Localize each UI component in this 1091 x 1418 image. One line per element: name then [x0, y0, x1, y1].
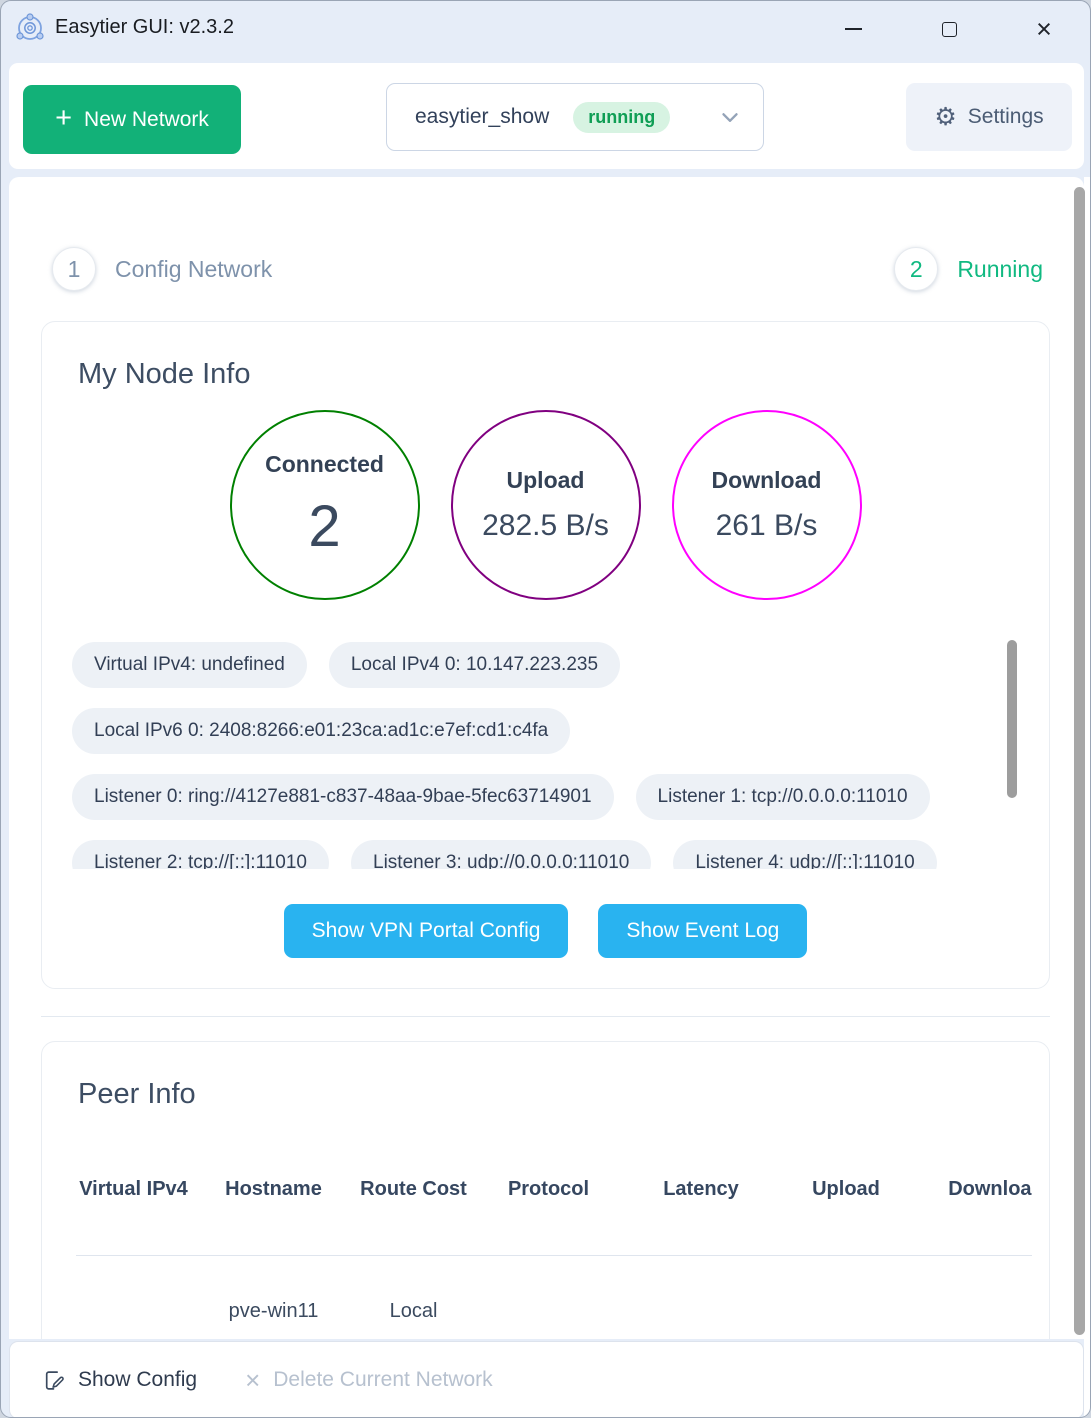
- window-title: Easytier GUI: v2.3.2: [55, 16, 234, 39]
- chip-listener-3: Listener 3: udp://0.0.0.0:11010: [351, 840, 651, 869]
- node-info-panel: My Node Info Connected 2 Upload 282.5 B/…: [41, 321, 1050, 989]
- show-event-log-button[interactable]: Show Event Log: [598, 904, 807, 958]
- footer-bar: Show Config × Delete Current Network: [9, 1341, 1084, 1418]
- delete-x-icon: ×: [245, 1367, 260, 1393]
- step-1-label: Config Network: [115, 256, 272, 283]
- peer-table-header: Virtual IPv4 Hostname Route Cost Protoco…: [76, 1141, 1032, 1237]
- close-icon: ×: [1036, 16, 1052, 43]
- main-content: 1 Config Network 2 Running My Node Info …: [9, 177, 1084, 1339]
- cell-route-cost: Local: [356, 1256, 471, 1323]
- chip-local-ipv4: Local IPv4 0: 10.147.223.235: [329, 642, 620, 688]
- cell-hostname: pve-win11: [191, 1256, 356, 1323]
- stat-connected-label: Connected: [265, 451, 384, 478]
- cell-protocol: [471, 1256, 626, 1323]
- col-route-cost: Route Cost: [356, 1141, 471, 1237]
- node-info-title: My Node Info: [78, 358, 1049, 391]
- file-edit-icon: [42, 1369, 65, 1392]
- app-window: Easytier GUI: v2.3.2 × + New Network eas…: [0, 0, 1091, 1418]
- network-select[interactable]: easytier_show running: [386, 83, 764, 151]
- step-1-circle: 1: [52, 247, 96, 291]
- stat-connected-value: 2: [308, 493, 340, 560]
- minimize-button[interactable]: [827, 8, 879, 50]
- titlebar: Easytier GUI: v2.3.2 ×: [1, 1, 1090, 58]
- node-stats: Connected 2 Upload 282.5 B/s Download 26…: [42, 410, 1049, 600]
- app-logo-icon: [14, 13, 46, 45]
- stat-download-label: Download: [712, 467, 822, 494]
- settings-label: Settings: [968, 105, 1044, 129]
- maximize-button[interactable]: [923, 8, 975, 50]
- peer-table: Virtual IPv4 Hostname Route Cost Protoco…: [76, 1141, 1032, 1323]
- col-hostname: Hostname: [191, 1141, 356, 1237]
- delete-network-button[interactable]: × Delete Current Network: [245, 1367, 493, 1393]
- stat-connected: Connected 2: [230, 410, 420, 600]
- show-vpn-portal-config-button[interactable]: Show VPN Portal Config: [284, 904, 569, 958]
- cell-latency: [626, 1256, 776, 1323]
- col-upload: Upload: [776, 1141, 916, 1237]
- cell-virtual-ipv4: [76, 1256, 191, 1323]
- show-config-label: Show Config: [78, 1368, 197, 1392]
- new-network-label: New Network: [84, 108, 209, 132]
- step-2-label: Running: [957, 256, 1043, 283]
- stat-upload: Upload 282.5 B/s: [451, 410, 641, 600]
- chip-listener-0: Listener 0: ring://4127e881-c837-48aa-9b…: [72, 774, 614, 820]
- step-running[interactable]: 2 Running: [894, 247, 1043, 291]
- node-detail-chips: Virtual IPv4: undefined Local IPv4 0: 10…: [72, 642, 1017, 869]
- toolbar: + New Network easytier_show running ⚙ Se…: [9, 63, 1084, 169]
- stat-download-value: 261 B/s: [716, 509, 818, 543]
- table-row: pve-win11 Local: [76, 1256, 1032, 1323]
- peer-info-panel: Peer Info Virtual IPv4 Hostname Route Co…: [41, 1041, 1050, 1339]
- col-protocol: Protocol: [471, 1141, 626, 1237]
- network-select-value: easytier_show: [415, 105, 549, 129]
- peer-info-title: Peer Info: [78, 1078, 1049, 1111]
- right-edge-strip: [1084, 177, 1091, 1418]
- running-status-badge: running: [573, 102, 670, 133]
- col-latency: Latency: [626, 1141, 776, 1237]
- chip-listener-1: Listener 1: tcp://0.0.0.0:11010: [636, 774, 930, 820]
- plus-icon: +: [55, 104, 72, 133]
- cell-upload: [776, 1256, 916, 1323]
- stat-upload-value: 282.5 B/s: [482, 509, 609, 543]
- main-scrollbar[interactable]: [1074, 187, 1085, 1335]
- col-virtual-ipv4: Virtual IPv4: [76, 1141, 191, 1237]
- step-2-circle: 2: [894, 247, 938, 291]
- node-actions: Show VPN Portal Config Show Event Log: [42, 904, 1049, 958]
- gear-icon: ⚙: [934, 105, 956, 130]
- minimize-icon: [845, 28, 862, 30]
- step-config-network[interactable]: 1 Config Network: [52, 247, 272, 291]
- delete-network-label: Delete Current Network: [273, 1368, 492, 1392]
- stat-upload-label: Upload: [507, 467, 585, 494]
- chevron-down-icon: [717, 104, 743, 130]
- chip-local-ipv6: Local IPv6 0: 2408:8266:e01:23ca:ad1c:e7…: [72, 708, 570, 754]
- wizard-steps: 1 Config Network 2 Running: [52, 246, 1043, 292]
- show-config-button[interactable]: Show Config: [42, 1368, 197, 1392]
- chip-virtual-ipv4: Virtual IPv4: undefined: [72, 642, 307, 688]
- maximize-icon: [942, 22, 957, 37]
- chips-scrollbar[interactable]: [1007, 640, 1017, 798]
- chip-listener-2: Listener 2: tcp://[::]:11010: [72, 840, 329, 869]
- cell-download: [916, 1256, 1032, 1323]
- close-button[interactable]: ×: [1018, 8, 1070, 50]
- col-download: Download: [916, 1141, 1032, 1237]
- section-divider: [41, 1016, 1050, 1017]
- stat-download: Download 261 B/s: [672, 410, 862, 600]
- new-network-button[interactable]: + New Network: [23, 85, 241, 154]
- chip-listener-4: Listener 4: udp://[::]:11010: [673, 840, 936, 869]
- settings-button[interactable]: ⚙ Settings: [906, 83, 1072, 151]
